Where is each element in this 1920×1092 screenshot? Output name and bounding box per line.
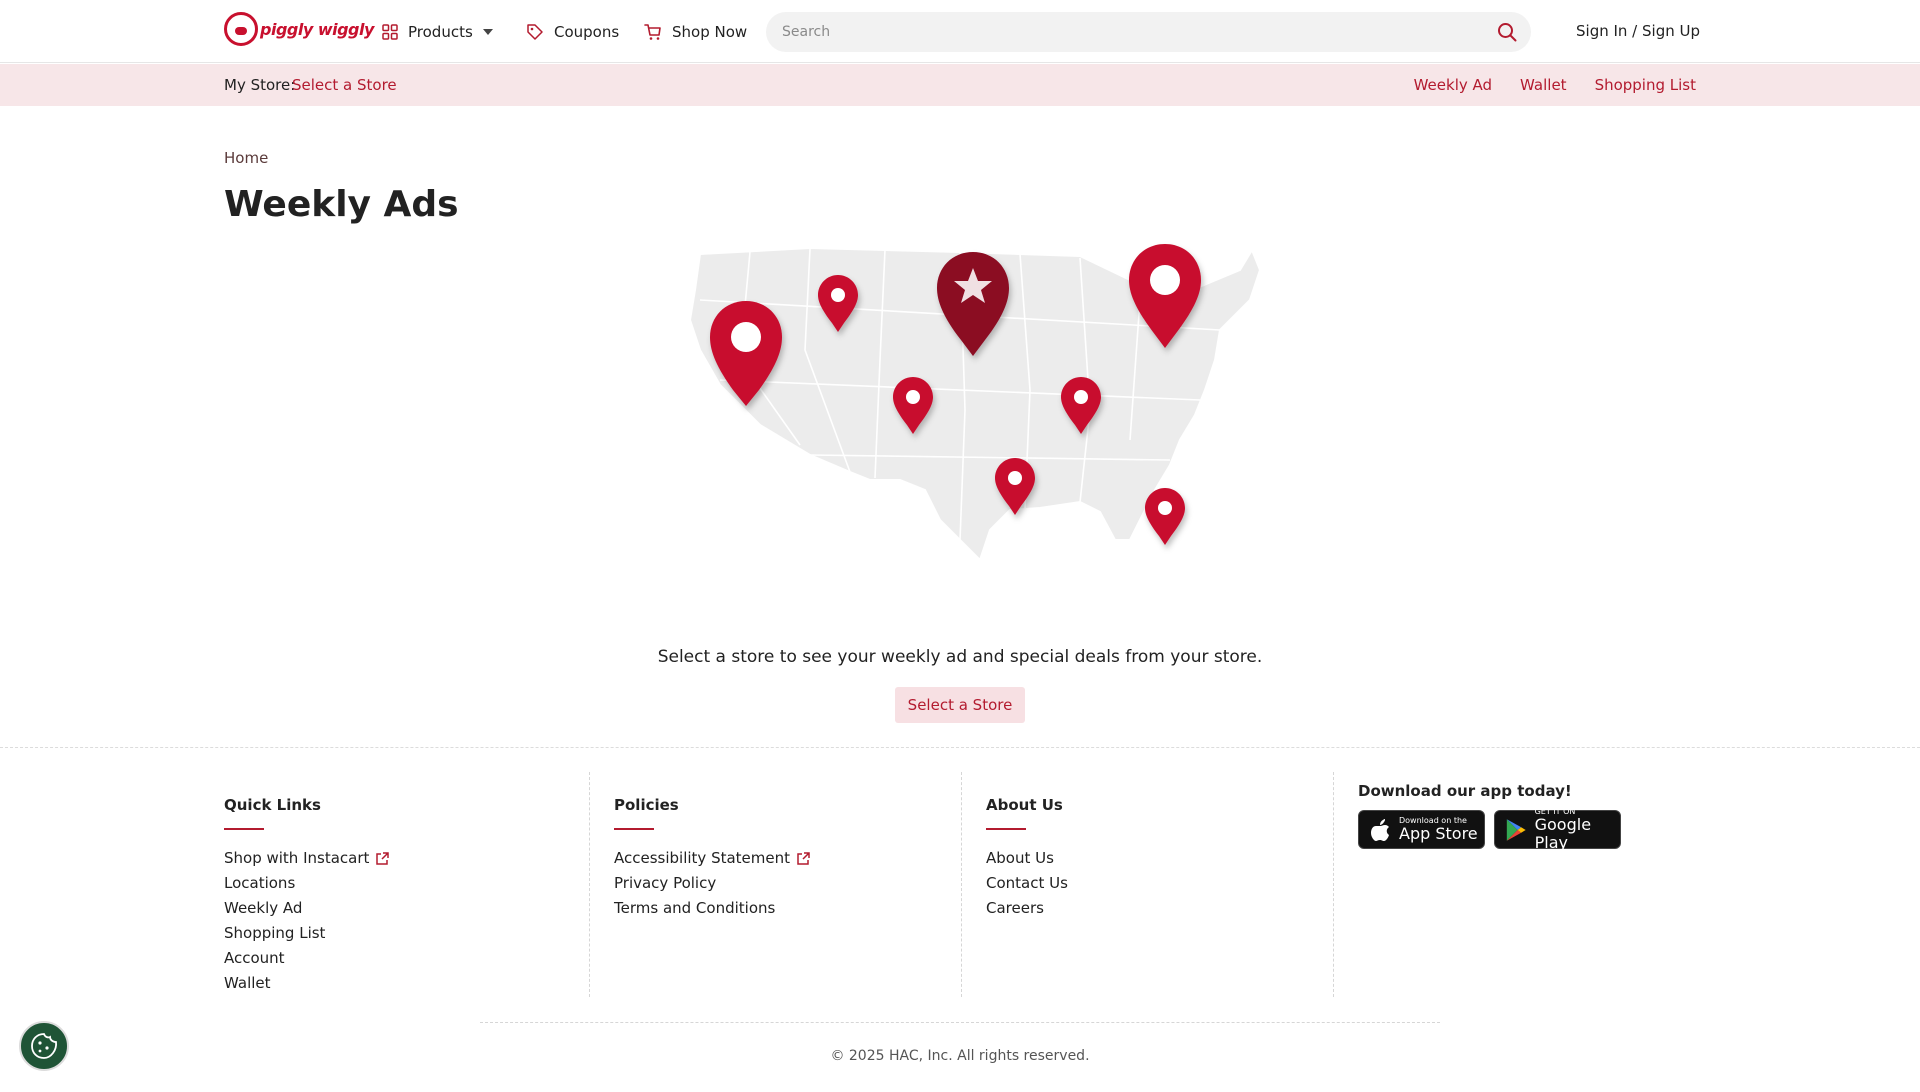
copyright: © 2025 HAC, Inc. All rights reserved.	[830, 1048, 1090, 1064]
google-play-badge[interactable]: GET IT ON Google Play	[1494, 807, 1621, 852]
footer-link-weekly-ad[interactable]: Weekly Ad	[224, 896, 389, 921]
sign-in-link[interactable]: Sign In / Sign Up	[1576, 22, 1700, 40]
store-bar-links: Weekly Ad Wallet Shopping List	[1414, 76, 1696, 94]
select-store-button[interactable]: Select a Store	[895, 687, 1025, 723]
google-play-text: GET IT ON Google Play	[1535, 807, 1620, 852]
breadcrumb-home[interactable]: Home	[224, 149, 268, 167]
nav-products[interactable]: Products	[382, 20, 493, 44]
map-illustration	[688, 244, 1262, 562]
cart-icon	[644, 24, 661, 40]
external-link-icon	[376, 851, 390, 865]
nav-coupons-label: Coupons	[554, 23, 620, 41]
quick-links-list: Shop with Instacart Locations Weekly Ad …	[224, 846, 390, 996]
cookie-settings-button[interactable]	[19, 1021, 69, 1071]
grid-icon	[382, 24, 398, 40]
footer-link-instacart[interactable]: Shop with Instacart	[224, 846, 390, 871]
weekly-ad-link[interactable]: Weekly Ad	[1414, 76, 1492, 94]
cookie-icon	[31, 1033, 57, 1059]
quick-links-title: Quick Links	[224, 796, 321, 814]
title-underline	[614, 828, 654, 830]
shopping-list-link[interactable]: Shopping List	[1595, 76, 1696, 94]
footer-link-accessibility-label: Accessibility Statement	[614, 849, 791, 867]
title-underline	[224, 828, 264, 830]
footer-about: About Us About Us Contact Us Careers	[962, 772, 1334, 997]
about-list: About Us Contact Us Careers	[986, 846, 1068, 921]
footer-link-careers[interactable]: Careers	[986, 896, 1068, 921]
footer-link-instacart-label: Shop with Instacart	[224, 849, 370, 867]
footer-policies: Policies Accessibility Statement Privacy…	[590, 772, 962, 997]
footer-link-about-us[interactable]: About Us	[986, 846, 1068, 871]
app-store-text: Download on the App Store	[1399, 816, 1478, 843]
app-badges: Download on the App Store GET IT ON Goog…	[1358, 807, 1621, 852]
about-title: About Us	[986, 796, 1063, 814]
logo[interactable]: piggly wiggly	[224, 10, 374, 48]
logo-text: piggly wiggly	[260, 19, 374, 39]
nav-products-label: Products	[408, 23, 473, 41]
footer-app: Download our app today! Download on the …	[1334, 772, 1734, 997]
nav-shop-now[interactable]: Shop Now	[644, 20, 747, 44]
map-pin-icon-florida	[1145, 488, 1185, 545]
footer-link-contact[interactable]: Contact Us	[986, 871, 1068, 896]
caret-down-icon	[482, 29, 493, 35]
page-title: Weekly Ads	[224, 184, 459, 225]
footer-link-shopping-list[interactable]: Shopping List	[224, 921, 389, 946]
select-store-link[interactable]: Select a Store	[292, 76, 397, 94]
google-play-icon	[1506, 818, 1526, 841]
nav-shop-now-label: Shop Now	[672, 23, 748, 41]
policies-list: Accessibility Statement Privacy Policy T…	[614, 846, 810, 921]
site-header: piggly wiggly Products Coupons Shop Now	[0, 0, 1920, 63]
footer-link-terms[interactable]: Terms and Conditions	[614, 896, 810, 921]
nav-coupons[interactable]: Coupons	[526, 20, 619, 44]
search-bar	[766, 12, 1531, 52]
search-input[interactable]	[782, 12, 1472, 52]
wallet-link[interactable]: Wallet	[1520, 76, 1567, 94]
tag-icon	[527, 24, 543, 40]
footer-quick-links: Quick Links Shop with Instacart Location…	[224, 772, 590, 997]
footer-link-account[interactable]: Account	[224, 946, 389, 971]
app-store-big: App Store	[1399, 824, 1478, 843]
title-underline	[986, 828, 1026, 830]
us-map-illustration	[660, 240, 1262, 620]
search-icon[interactable]	[1497, 22, 1517, 42]
my-store-label: My Store:	[224, 76, 296, 94]
footer-link-locations[interactable]: Locations	[224, 871, 389, 896]
store-bar: My Store: Select a Store Weekly Ad Walle…	[0, 64, 1920, 106]
footer-divider	[480, 1022, 1440, 1023]
footer-link-wallet[interactable]: Wallet	[224, 971, 389, 996]
pig-logo-icon	[224, 12, 258, 46]
divider	[0, 747, 1920, 748]
app-title: Download our app today!	[1358, 782, 1572, 800]
footer-link-privacy[interactable]: Privacy Policy	[614, 871, 810, 896]
external-link-icon	[797, 851, 810, 865]
empty-state-message: Select a store to see your weekly ad and…	[657, 647, 1263, 667]
app-store-badge[interactable]: Download on the App Store	[1358, 810, 1485, 849]
apple-icon	[1371, 818, 1389, 841]
footer-link-accessibility[interactable]: Accessibility Statement	[614, 846, 810, 871]
policies-title: Policies	[614, 796, 679, 814]
google-play-big: Google Play	[1534, 815, 1592, 852]
